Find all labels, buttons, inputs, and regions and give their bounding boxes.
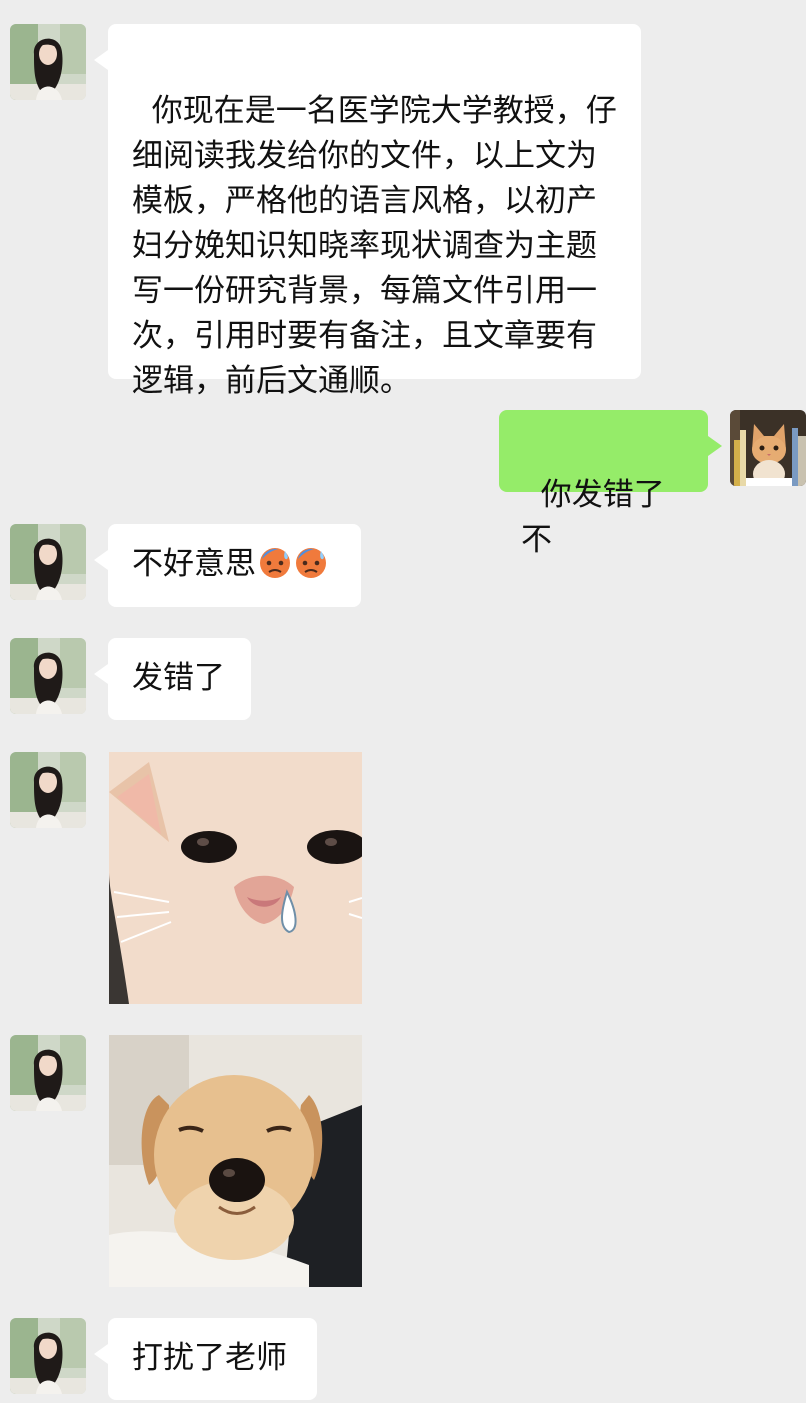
message-text: 不好意思 <box>132 546 256 582</box>
girl-avatar-icon <box>10 638 86 714</box>
sleepy-puppy-sticker[interactable] <box>109 1035 362 1287</box>
contact-avatar[interactable] <box>10 752 86 828</box>
message-bubble-incoming[interactable]: 你现在是一名医学院大学教授，仔细阅读我发给你的文件，以上文为模板，严格他的语言风… <box>94 24 641 399</box>
message-bubble-outgoing[interactable]: 你发错了不 <box>499 410 722 558</box>
message-bubble-incoming[interactable]: 打扰了老师 <box>94 1318 317 1400</box>
crying-kitten-sticker[interactable] <box>109 752 362 1004</box>
message-text: 你现在是一名医学院大学教授，仔细阅读我发给你的文件，以上文为模板，严格他的语言风… <box>132 93 617 399</box>
girl-avatar-icon <box>10 1035 86 1111</box>
message-bubble-incoming[interactable]: 不好意思 <box>94 524 361 607</box>
contact-avatar[interactable] <box>10 1035 86 1111</box>
cat-avatar-icon <box>730 410 806 486</box>
contact-avatar[interactable] <box>10 638 86 714</box>
self-avatar[interactable] <box>730 410 806 486</box>
sleepy-puppy-icon <box>109 1035 362 1287</box>
message-text: 你发错了不 <box>521 477 665 558</box>
girl-avatar-icon <box>10 752 86 828</box>
cold-sweat-emoji-icon <box>294 545 328 579</box>
message-text: 发错了 <box>132 660 225 696</box>
message-bubble-incoming[interactable]: 发错了 <box>94 638 251 720</box>
contact-avatar[interactable] <box>10 24 86 100</box>
message-text: 打扰了老师 <box>132 1340 287 1376</box>
contact-avatar[interactable] <box>10 1318 86 1394</box>
cold-sweat-emoji-icon <box>258 545 292 579</box>
girl-avatar-icon <box>10 24 86 100</box>
girl-avatar-icon <box>10 1318 86 1394</box>
crying-kitten-icon <box>109 752 362 1004</box>
girl-avatar-icon <box>10 524 86 600</box>
contact-avatar[interactable] <box>10 524 86 600</box>
